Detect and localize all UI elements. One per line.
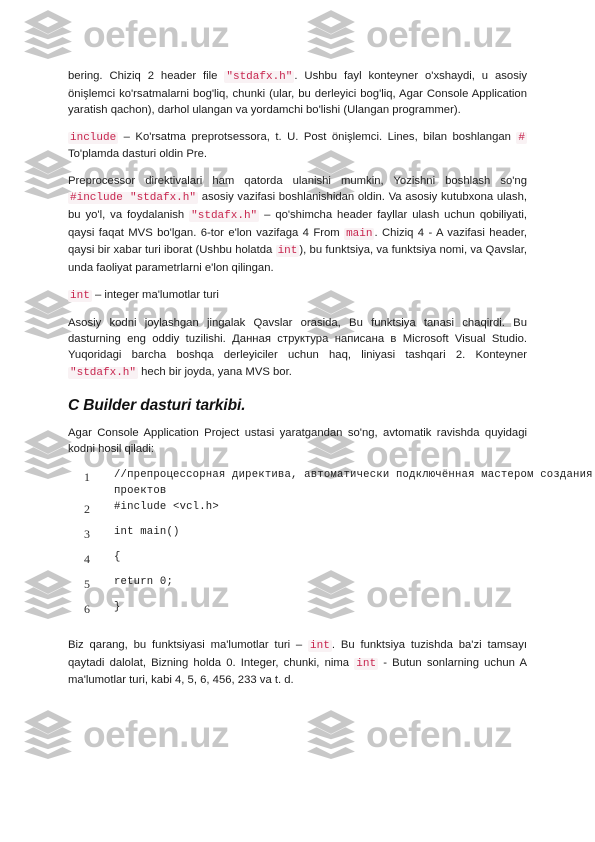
code-line-text: return 0;	[114, 575, 174, 588]
code-line-text: #include <vcl.h>	[114, 500, 219, 513]
code-line-number: 2	[84, 501, 90, 516]
inline-code: int	[308, 639, 332, 652]
inline-code: "stdafx.h"	[224, 71, 295, 83]
inline-code: "stdafx.h"	[189, 209, 260, 222]
inline-code: int	[68, 289, 92, 302]
code-line-number: 5	[84, 576, 90, 591]
code-line-number: 1	[84, 470, 90, 485]
inline-code: include	[68, 131, 119, 144]
inline-code: #include "stdafx.h"	[68, 192, 198, 205]
intro-paragraph: Agar Console Application Project ustasi …	[68, 427, 527, 456]
code-line: 1 //препроцессорная директива, автоматиче…	[68, 468, 595, 500]
code-listing: 1 //препроцессорная директива, автоматиче…	[68, 468, 595, 625]
code-line-number: 4	[84, 551, 90, 566]
code-line: 3 int main()	[68, 525, 595, 550]
paragraph-4: int – integer ma'lumotlar turi	[68, 288, 219, 302]
paragraph-5: Asosiy kodni joylashgan jingalak Qavslar…	[68, 317, 527, 379]
paragraph-2: include – Ko'rsatma preprotsessora, t. U…	[68, 130, 527, 161]
code-line: 5 return 0;	[68, 575, 595, 600]
paragraph-3: Preprocessor direktivalari ham qatorda u…	[68, 175, 527, 274]
code-line-text: int main()	[114, 525, 180, 538]
code-line-text: }	[114, 600, 121, 613]
document-body: bering. Chiziq 2 header file "stdafx.h".…	[68, 68, 592, 699]
code-line-number: 3	[84, 526, 90, 541]
inline-code: #	[516, 131, 527, 144]
closing-paragraph: Biz qarang, bu funktsiyasi ma'lumotlar t…	[68, 638, 528, 687]
document-page: bering. Chiziq 2 header file "stdafx.h".…	[0, 0, 595, 842]
section-heading: C Builder dasturi tarkibi.	[68, 397, 246, 415]
inline-code: "stdafx.h"	[68, 366, 139, 379]
code-line: 2 #include <vcl.h>	[68, 500, 595, 525]
code-line-number: 6	[84, 601, 90, 616]
inline-code: main	[344, 227, 375, 240]
inline-code: int	[275, 245, 300, 258]
inline-code: int	[354, 657, 379, 670]
code-line: 4{	[68, 550, 595, 575]
paragraph-1: bering. Chiziq 2 header file "stdafx.h".…	[68, 70, 527, 116]
code-line: 6}	[68, 600, 595, 625]
code-line-text: {	[114, 550, 121, 563]
code-line-text: //препроцессорная директива, автоматичес…	[114, 469, 593, 498]
